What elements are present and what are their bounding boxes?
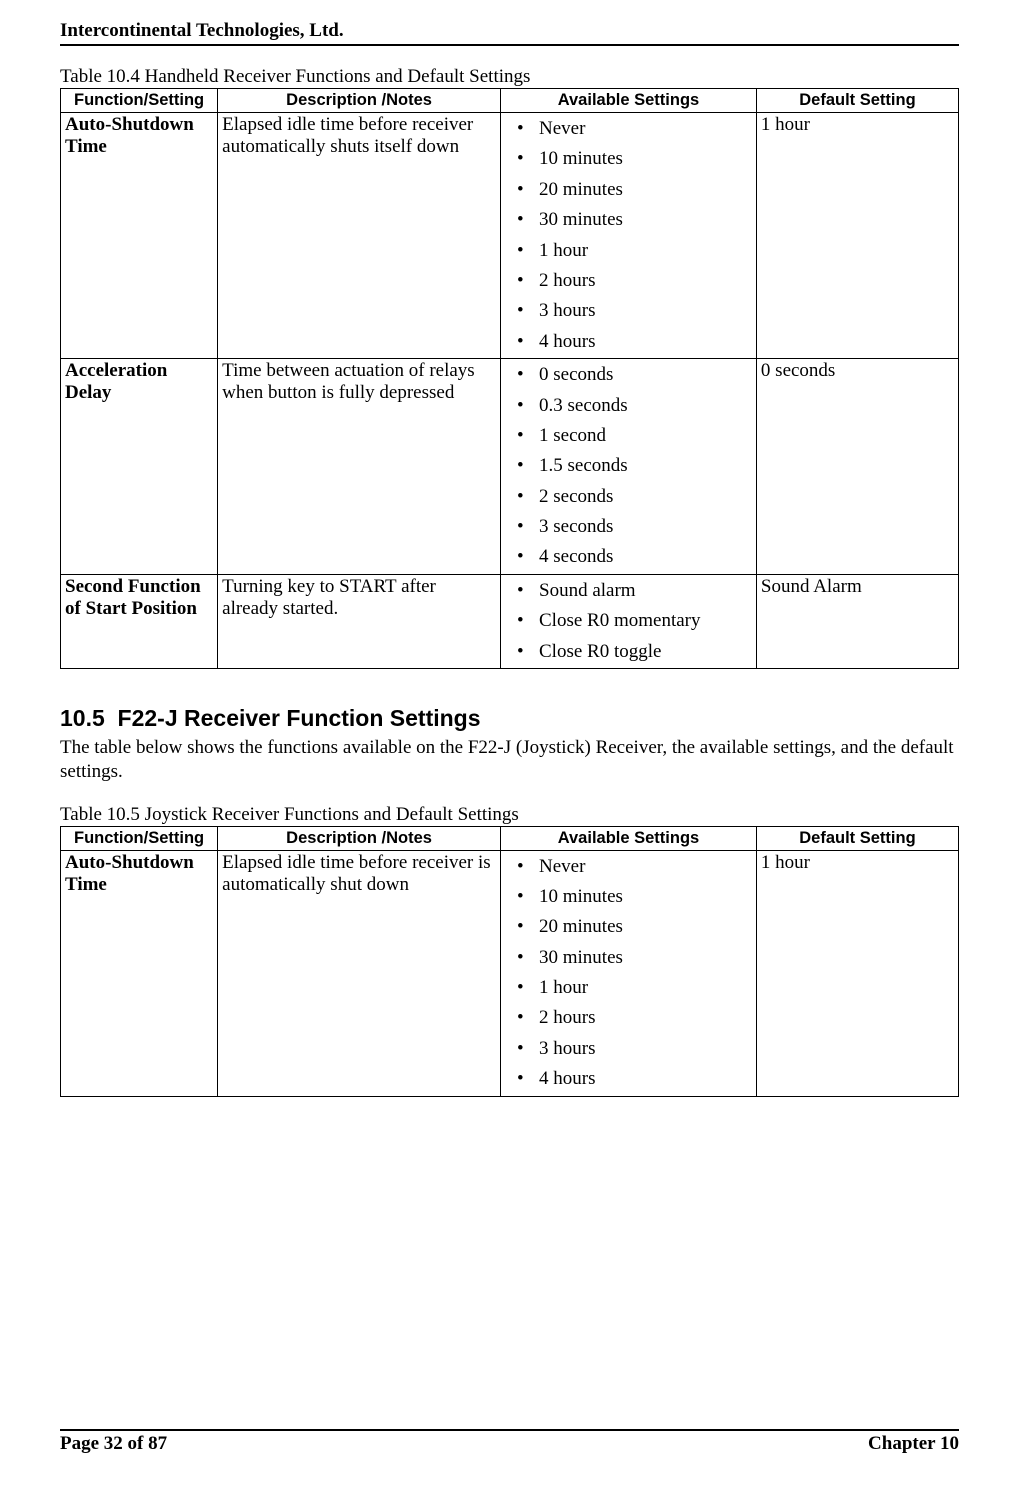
list-item: Never xyxy=(511,852,752,882)
list-item: 4 hours xyxy=(511,1064,752,1094)
list-item: Sound alarm xyxy=(511,576,752,606)
list-item: 10 minutes xyxy=(511,144,752,174)
list-item: 1 hour xyxy=(511,236,752,266)
cell-function: Auto-Shutdown Time xyxy=(61,850,218,1096)
list-item: 10 minutes xyxy=(511,882,752,912)
table-row: Second Function of Start PositionTurning… xyxy=(61,574,959,668)
table-header-row: Function/Setting Description /Notes Avai… xyxy=(61,89,959,113)
th-default: Default Setting xyxy=(756,826,958,850)
list-item: 3 hours xyxy=(511,296,752,326)
list-item: 0 seconds xyxy=(511,360,752,390)
section-10-5-intro: The table below shows the functions avai… xyxy=(60,736,959,784)
company-name: Intercontinental Technologies, Ltd. xyxy=(60,20,344,41)
list-item: 4 hours xyxy=(511,327,752,357)
list-item: 20 minutes xyxy=(511,175,752,205)
th-available: Available Settings xyxy=(501,89,757,113)
table-header-row: Function/Setting Description /Notes Avai… xyxy=(61,826,959,850)
list-item: 1 second xyxy=(511,421,752,451)
list-item: 30 minutes xyxy=(511,943,752,973)
available-list: Sound alarmClose R0 momentaryClose R0 to… xyxy=(505,576,752,667)
table-row: Auto-Shutdown TimeElapsed idle time befo… xyxy=(61,113,959,359)
table-10-4: Function/Setting Description /Notes Avai… xyxy=(60,88,959,669)
th-function: Function/Setting xyxy=(61,89,218,113)
cell-available: Never10 minutes20 minutes30 minutes1 hou… xyxy=(501,113,757,359)
table-10-5-caption: Table 10.5 Joystick Receiver Functions a… xyxy=(60,804,959,826)
list-item: 3 hours xyxy=(511,1034,752,1064)
table-row: Acceleration DelayTime between actuation… xyxy=(61,359,959,575)
list-item: 20 minutes xyxy=(511,912,752,942)
cell-default: 1 hour xyxy=(756,850,958,1096)
available-list: Never10 minutes20 minutes30 minutes1 hou… xyxy=(505,852,752,1095)
page-footer: Page 32 of 87 Chapter 10 xyxy=(60,1429,959,1455)
table-10-5-body: Auto-Shutdown TimeElapsed idle time befo… xyxy=(61,850,959,1096)
list-item: 1.5 seconds xyxy=(511,451,752,481)
cell-description: Elapsed idle time before receiver automa… xyxy=(218,113,501,359)
cell-default: Sound Alarm xyxy=(756,574,958,668)
table-10-4-body: Auto-Shutdown TimeElapsed idle time befo… xyxy=(61,113,959,669)
list-item: 2 hours xyxy=(511,266,752,296)
table-row: Auto-Shutdown TimeElapsed idle time befo… xyxy=(61,850,959,1096)
section-title: F22-J Receiver Function Settings xyxy=(118,705,481,731)
page: Intercontinental Technologies, Ltd. Tabl… xyxy=(0,0,1019,1495)
th-description: Description /Notes xyxy=(218,826,501,850)
th-function: Function/Setting xyxy=(61,826,218,850)
th-default: Default Setting xyxy=(756,89,958,113)
cell-description: Elapsed idle time before receiver is aut… xyxy=(218,850,501,1096)
footer-chapter: Chapter 10 xyxy=(868,1433,959,1455)
list-item: Close R0 momentary xyxy=(511,606,752,636)
list-item: 3 seconds xyxy=(511,512,752,542)
cell-available: 0 seconds0.3 seconds1 second1.5 seconds2… xyxy=(501,359,757,575)
available-list: 0 seconds0.3 seconds1 second1.5 seconds2… xyxy=(505,360,752,573)
cell-default: 1 hour xyxy=(756,113,958,359)
list-item: 1 hour xyxy=(511,973,752,1003)
section-10-5-heading: 10.5 F22-J Receiver Function Settings xyxy=(60,705,959,732)
cell-available: Sound alarmClose R0 momentaryClose R0 to… xyxy=(501,574,757,668)
cell-function: Second Function of Start Position xyxy=(61,574,218,668)
list-item: 4 seconds xyxy=(511,542,752,572)
th-available: Available Settings xyxy=(501,826,757,850)
cell-description: Time between actuation of relays when bu… xyxy=(218,359,501,575)
list-item: 30 minutes xyxy=(511,205,752,235)
list-item: 2 seconds xyxy=(511,482,752,512)
list-item: 0.3 seconds xyxy=(511,391,752,421)
list-item: 2 hours xyxy=(511,1003,752,1033)
cell-description: Turning key to START after already start… xyxy=(218,574,501,668)
page-header: Intercontinental Technologies, Ltd. xyxy=(60,20,959,46)
available-list: Never10 minutes20 minutes30 minutes1 hou… xyxy=(505,114,752,357)
list-item: Close R0 toggle xyxy=(511,637,752,667)
cell-available: Never10 minutes20 minutes30 minutes1 hou… xyxy=(501,850,757,1096)
footer-page: Page 32 of 87 xyxy=(60,1433,167,1455)
table-10-4-caption: Table 10.4 Handheld Receiver Functions a… xyxy=(60,66,959,88)
table-10-5: Function/Setting Description /Notes Avai… xyxy=(60,826,959,1097)
th-description: Description /Notes xyxy=(218,89,501,113)
cell-function: Acceleration Delay xyxy=(61,359,218,575)
list-item: Never xyxy=(511,114,752,144)
cell-default: 0 seconds xyxy=(756,359,958,575)
cell-function: Auto-Shutdown Time xyxy=(61,113,218,359)
section-number: 10.5 xyxy=(60,705,105,731)
